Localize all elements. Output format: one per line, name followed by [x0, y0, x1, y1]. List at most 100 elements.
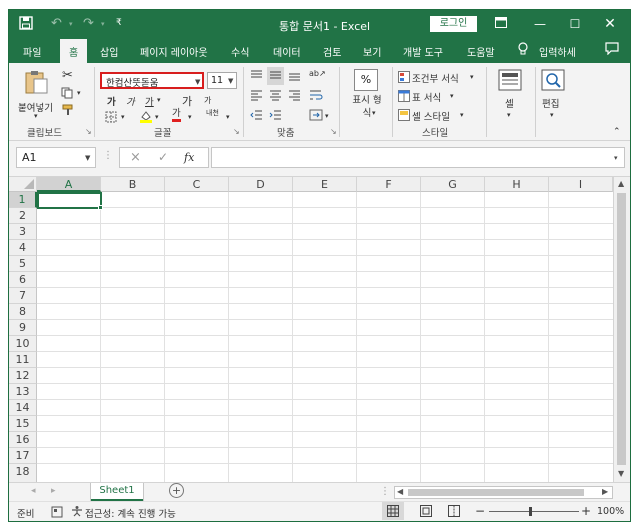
macro-record-icon[interactable] — [51, 506, 63, 521]
next-sheet-icon[interactable]: ▸ — [51, 486, 56, 496]
vertical-scroll-thumb[interactable] — [617, 193, 626, 465]
font-color-button[interactable]: 가 — [172, 108, 181, 122]
zoom-level[interactable]: 100% — [597, 506, 624, 517]
percent-icon[interactable]: % — [354, 69, 378, 91]
undo-icon[interactable]: ↶ — [51, 16, 62, 31]
customize-icon[interactable]: ₹ — [116, 18, 122, 28]
font-launcher-icon[interactable]: ↘ — [233, 127, 240, 136]
wrap-text-icon[interactable] — [309, 89, 323, 104]
name-box[interactable]: A1 ▼ — [16, 147, 96, 168]
column-header-h[interactable]: H — [485, 177, 549, 192]
underline-button[interactable]: 가 — [145, 94, 154, 108]
redo-icon[interactable]: ↷ — [83, 16, 94, 31]
close-icon[interactable]: ✕ — [600, 14, 620, 34]
maximize-icon[interactable]: ☐ — [565, 14, 585, 34]
row-header-3[interactable]: 3 — [9, 224, 37, 240]
accessibility-icon[interactable] — [71, 505, 83, 520]
tab-insert[interactable]: 삽입 — [100, 44, 118, 59]
undo-dropdown-icon[interactable]: ▾ — [69, 20, 73, 28]
cut-icon[interactable]: ✂ — [62, 68, 73, 83]
row-header-4[interactable]: 4 — [9, 240, 37, 256]
align-middle-icon[interactable] — [267, 67, 284, 85]
tell-me-input[interactable]: 입력하세 — [539, 44, 576, 59]
add-sheet-button[interactable]: + — [169, 483, 184, 498]
font-name-select[interactable]: 한컴산뜻돋움 ▼ — [100, 72, 204, 89]
align-top-icon[interactable] — [250, 70, 263, 84]
fill-handle[interactable] — [98, 205, 103, 210]
row-header-10[interactable]: 10 — [9, 336, 37, 352]
phonetic-dropdown-icon[interactable]: ▾ — [226, 113, 230, 121]
alignment-launcher-icon[interactable]: ↘ — [330, 127, 337, 136]
row-header-9[interactable]: 9 — [9, 320, 37, 336]
zoom-in-button[interactable]: + — [581, 504, 591, 518]
increase-indent-icon[interactable] — [269, 110, 282, 124]
worksheet-grid[interactable]: A B C D E F G H I 1 2 3 4 5 6 7 8 9 10 1… — [9, 176, 630, 483]
align-left-icon[interactable] — [250, 90, 263, 104]
copy-dropdown-icon[interactable]: ▾ — [77, 89, 81, 97]
tab-data[interactable]: 데이터 — [273, 44, 301, 59]
tab-formulas[interactable]: 수식 — [231, 44, 249, 59]
row-header-8[interactable]: 8 — [9, 304, 37, 320]
clipboard-launcher-icon[interactable]: ↘ — [85, 127, 92, 136]
lightbulb-icon[interactable] — [518, 42, 528, 60]
comment-icon[interactable] — [605, 42, 619, 58]
insert-function-icon[interactable]: fx — [184, 151, 194, 164]
shrink-font-button[interactable]: 가 — [204, 95, 211, 106]
expand-formula-icon[interactable]: ▾ — [614, 154, 618, 162]
editing-icon[interactable] — [541, 69, 565, 91]
phonetic-button[interactable]: 내천 — [206, 108, 219, 118]
cell-style-button[interactable]: 셀 스타일 — [412, 109, 450, 123]
row-header-13[interactable]: 13 — [9, 384, 37, 400]
tab-help[interactable]: 도움말 — [467, 44, 495, 59]
fill-color-icon[interactable] — [139, 109, 153, 126]
fill-color-dropdown-icon[interactable]: ▾ — [155, 113, 159, 121]
column-header-a[interactable]: A — [37, 177, 101, 192]
accessibility-status[interactable]: 접근성: 계속 진행 가능 — [85, 506, 176, 520]
row-header-15[interactable]: 15 — [9, 416, 37, 432]
formula-input[interactable]: ▾ — [211, 147, 625, 168]
select-all-corner[interactable] — [9, 177, 37, 192]
copy-icon[interactable] — [61, 87, 75, 102]
number-format-button[interactable]: 표시 형식 — [349, 94, 385, 120]
zoom-slider-thumb[interactable] — [529, 507, 532, 516]
table-format-dropdown-icon[interactable]: ▾ — [450, 92, 454, 100]
font-color-dropdown-icon[interactable]: ▾ — [188, 113, 192, 121]
scroll-right-icon[interactable]: ▶ — [602, 487, 608, 496]
number-format-dropdown-icon[interactable]: ▾ — [372, 109, 376, 117]
cell-style-dropdown-icon[interactable]: ▾ — [460, 111, 464, 119]
horizontal-scroll-thumb[interactable] — [408, 489, 584, 496]
row-header-11[interactable]: 11 — [9, 352, 37, 368]
redo-dropdown-icon[interactable]: ▾ — [101, 20, 105, 28]
column-header-e[interactable]: E — [293, 177, 357, 192]
zoom-out-button[interactable]: − — [475, 504, 485, 518]
bold-button[interactable]: 가 — [107, 94, 116, 108]
tab-split-grip-icon[interactable]: ⋮ — [380, 486, 390, 497]
row-header-2[interactable]: 2 — [9, 208, 37, 224]
conditional-dropdown-icon[interactable]: ▾ — [470, 73, 474, 81]
tab-page-layout[interactable]: 페이지 레이아웃 — [140, 44, 208, 59]
italic-button[interactable]: 가 — [126, 94, 135, 108]
merge-center-icon[interactable] — [309, 109, 323, 124]
row-header-18[interactable]: 18 — [9, 464, 37, 483]
format-painter-icon[interactable] — [62, 104, 74, 119]
tab-review[interactable]: 검토 — [323, 44, 341, 59]
cells-button[interactable]: 셀 — [505, 96, 514, 110]
cell-style-icon[interactable] — [398, 109, 410, 124]
merge-dropdown-icon[interactable]: ▾ — [325, 112, 329, 120]
underline-dropdown-icon[interactable]: ▾ — [157, 96, 161, 104]
cells-dropdown-icon[interactable]: ▾ — [507, 111, 511, 119]
collapse-ribbon-icon[interactable]: ⌃ — [613, 127, 621, 137]
selected-cell-a1[interactable] — [37, 192, 102, 209]
row-header-6[interactable]: 6 — [9, 272, 37, 288]
scroll-up-icon[interactable]: ▲ — [618, 179, 624, 188]
vertical-scrollbar[interactable]: ▲ ▼ — [613, 177, 630, 483]
row-header-12[interactable]: 12 — [9, 368, 37, 384]
page-break-view-icon[interactable] — [448, 505, 460, 520]
conditional-format-button[interactable]: 조건부 서식 — [412, 71, 459, 85]
table-format-icon[interactable] — [398, 90, 410, 105]
enter-icon[interactable]: ✓ — [158, 150, 168, 164]
editing-button[interactable]: 편집 — [542, 96, 559, 110]
paste-icon[interactable] — [23, 69, 49, 98]
cells-icon[interactable] — [498, 69, 522, 91]
minimize-icon[interactable]: — — [530, 14, 550, 34]
